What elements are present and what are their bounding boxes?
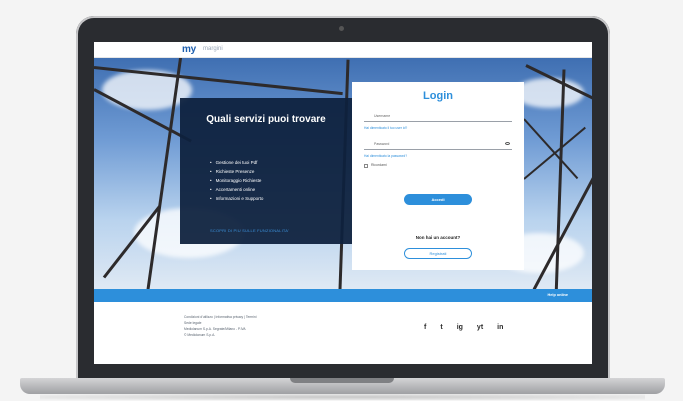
list-item: Accertamenti online xyxy=(210,185,263,194)
footer: Condizioni d'utilizzo | Informativa priv… xyxy=(94,302,592,364)
laptop-notch xyxy=(290,378,394,383)
username-field[interactable]: Username xyxy=(364,112,512,122)
remember-checkbox[interactable] xyxy=(364,164,368,168)
list-item: Gestione dei tuoi Pdf xyxy=(210,158,263,167)
show-password-icon[interactable] xyxy=(505,142,510,145)
footer-info: Condizioni d'utilizzo | Informativa priv… xyxy=(184,314,256,338)
steel-beam xyxy=(532,165,592,289)
remember-label: Ricordami xyxy=(371,163,387,167)
register-button[interactable]: Registrati xyxy=(404,248,472,259)
no-account-text: Non hai un account? xyxy=(415,235,461,240)
help-online-link[interactable]: Help online xyxy=(548,293,568,297)
services-panel: Quali servizi puoi trovare Gestione dei … xyxy=(180,98,352,244)
login-button[interactable]: Accedi xyxy=(404,194,472,205)
discover-more-link[interactable]: SCOPRI DI PIU SULLE FUNZIONALITA' xyxy=(210,228,289,233)
login-form: Login Username Hai dimenticato il tuo us… xyxy=(352,82,524,270)
brand-logo[interactable]: my xyxy=(182,44,196,55)
hero-background: Quali servizi puoi trovare Gestione dei … xyxy=(94,58,592,289)
services-list: Gestione dei tuoi Pdf Richieste Presenze… xyxy=(210,158,264,203)
list-item: Richieste Presenze xyxy=(210,167,263,176)
password-label: Password xyxy=(374,142,390,146)
twitter-icon[interactable]: t xyxy=(440,324,442,331)
top-navigation: my margini xyxy=(94,42,592,58)
password-field[interactable]: Password xyxy=(364,140,512,150)
help-strip: Help online xyxy=(94,289,592,302)
laptop-screen: my margini Quali servizi puoi trovare • … xyxy=(94,42,592,364)
linkedin-icon[interactable]: in xyxy=(497,324,503,331)
services-title: Quali servizi puoi trovare xyxy=(206,114,326,125)
list-item: Monitoraggio Richieste xyxy=(210,176,263,185)
laptop-mockup: my margini Quali servizi puoi trovare • … xyxy=(0,0,683,401)
instagram-icon[interactable]: ig xyxy=(457,324,463,331)
laptop-lid: my margini Quali servizi puoi trovare • … xyxy=(76,16,610,382)
username-label: Username xyxy=(374,114,391,118)
footer-line: © Mediolanum S.p.A. xyxy=(184,333,216,337)
facebook-icon[interactable]: f xyxy=(424,324,426,331)
forgot-password-link[interactable]: Hai dimenticato la password? xyxy=(364,154,407,158)
brand-logo-subtitle: margini xyxy=(203,46,223,52)
camera-icon xyxy=(339,26,344,31)
laptop-shadow xyxy=(40,394,645,400)
social-links: f t ig yt in xyxy=(424,324,503,331)
youtube-icon[interactable]: yt xyxy=(477,324,483,331)
login-title: Login xyxy=(423,90,453,102)
forgot-username-link[interactable]: Hai dimenticato il tuo user id? xyxy=(364,126,407,130)
cloud-shape xyxy=(514,78,584,108)
steel-beam xyxy=(523,126,586,180)
list-item: Informazioni e Supporto xyxy=(210,194,264,203)
